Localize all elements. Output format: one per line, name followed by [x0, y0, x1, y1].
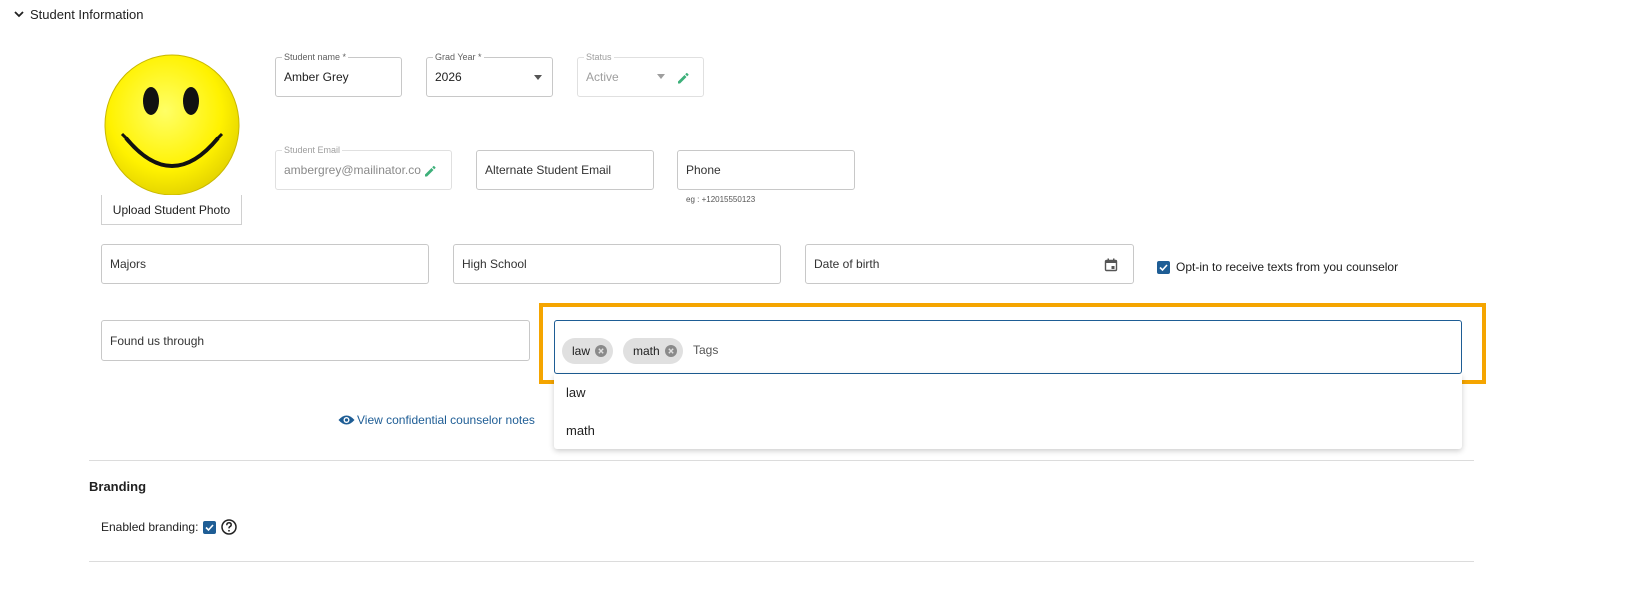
phone-field[interactable]: Phone	[677, 150, 855, 190]
remove-chip-icon[interactable]	[664, 345, 677, 357]
date-of-birth-field[interactable]: Date of birth	[805, 244, 1134, 284]
status-value: Active	[586, 70, 619, 84]
phone-placeholder: Phone	[686, 163, 721, 177]
tag-chip-math[interactable]: math	[623, 338, 683, 364]
high-school-field[interactable]: High School	[453, 244, 781, 284]
upload-photo-button[interactable]: Upload Student Photo	[101, 195, 242, 225]
status-select: Status Active	[577, 51, 704, 97]
dropdown-option-law[interactable]: law	[566, 385, 586, 400]
caret-down-icon	[534, 75, 542, 80]
checkmark-icon	[205, 523, 215, 531]
student-email-label: Student Email	[282, 144, 343, 156]
alternate-email-placeholder: Alternate Student Email	[485, 163, 612, 177]
status-label: Status	[584, 51, 614, 63]
date-of-birth-placeholder: Date of birth	[814, 257, 880, 271]
student-name-field[interactable]: Student name * Amber Grey	[275, 51, 402, 97]
section-toggle[interactable]: Student Information	[14, 5, 143, 23]
divider	[89, 460, 1474, 461]
dropdown-option-math[interactable]: math	[566, 423, 595, 438]
grad-year-value: 2026	[435, 70, 462, 84]
student-name-label: Student name *	[282, 51, 349, 63]
tag-chip-law[interactable]: law	[562, 338, 614, 364]
checkmark-icon	[1159, 263, 1168, 271]
view-confidential-notes-link[interactable]: View confidential counselor notes	[338, 413, 535, 427]
found-us-through-placeholder: Found us through	[110, 333, 205, 348]
student-email-field: Student Email ambergrey@mailinator.co	[275, 144, 452, 190]
remove-chip-icon[interactable]	[595, 345, 608, 357]
edit-pencil-icon[interactable]	[423, 164, 437, 178]
edit-pencil-icon[interactable]	[676, 71, 690, 85]
calendar-icon[interactable]	[1104, 258, 1118, 272]
tags-dropdown: law math	[554, 374, 1462, 449]
section-title: Student Information	[30, 6, 144, 22]
student-name-value: Amber Grey	[284, 70, 349, 84]
enabled-branding-label: Enabled branding:	[101, 520, 199, 534]
alternate-email-field[interactable]: Alternate Student Email	[476, 150, 654, 190]
optin-checkbox-row[interactable]: Opt-in to receive texts from you counsel…	[1157, 260, 1398, 274]
optin-checkbox[interactable]	[1157, 260, 1170, 274]
high-school-placeholder: High School	[462, 257, 527, 271]
student-email-value: ambergrey@mailinator.co	[284, 163, 421, 177]
phone-hint: eg : +12015550123	[686, 195, 756, 204]
help-icon[interactable]	[221, 519, 238, 535]
tag-chip-label: math	[633, 344, 660, 358]
optin-label: Opt-in to receive texts from you counsel…	[1176, 260, 1399, 274]
branding-title: Branding	[89, 479, 147, 494]
grad-year-label: Grad Year *	[433, 51, 484, 63]
tag-chip-label: law	[572, 344, 591, 358]
found-us-through-field[interactable]: Found us through	[101, 320, 530, 361]
tags-input[interactable]: law math Tags	[554, 320, 1462, 374]
enabled-branding-checkbox[interactable]	[203, 520, 217, 534]
divider	[89, 561, 1474, 562]
eye-icon	[338, 415, 355, 425]
majors-placeholder: Majors	[110, 257, 147, 271]
grad-year-select[interactable]: Grad Year * 2026	[426, 51, 553, 97]
branding-row: Enabled branding:	[101, 519, 238, 535]
caret-down-icon	[657, 74, 665, 79]
student-photo	[104, 54, 240, 196]
chevron-down-icon	[14, 11, 24, 18]
majors-field[interactable]: Majors	[101, 244, 429, 284]
tags-placeholder: Tags	[693, 343, 719, 357]
view-confidential-notes-label: View confidential counselor notes	[357, 413, 535, 427]
